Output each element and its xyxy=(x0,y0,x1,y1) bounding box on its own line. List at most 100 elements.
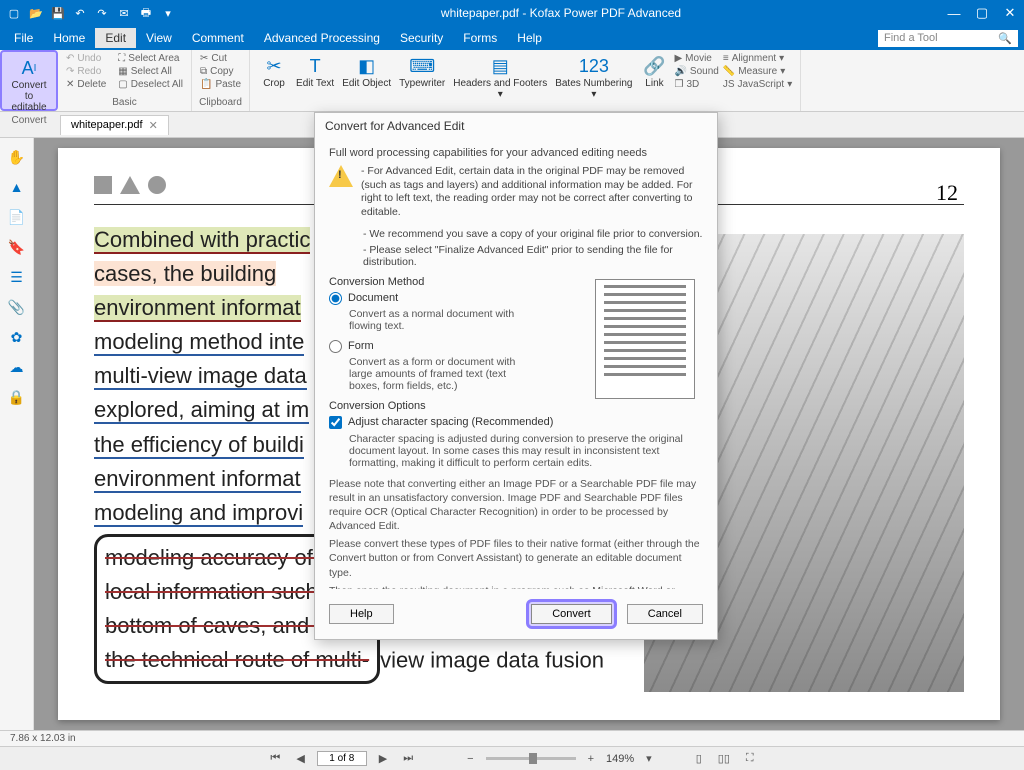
menu-security[interactable]: Security xyxy=(390,28,453,48)
minimize-button[interactable]: — xyxy=(940,0,968,26)
convert-icon: AI xyxy=(15,56,43,80)
checkbox-adjust-spacing-input[interactable] xyxy=(329,416,342,429)
bottom-bar: ⏮ ◀ ▶ ⏭ − + 149% ▾ ▯ ▯▯ ⛶ xyxy=(0,746,1024,770)
zoom-slider[interactable] xyxy=(486,757,576,760)
window-controls: — ▢ ✕ xyxy=(940,0,1024,26)
close-tab-icon[interactable]: ✕ xyxy=(149,119,158,132)
edit-text-icon: T xyxy=(301,54,329,78)
search-icon: 🔍 xyxy=(998,32,1012,45)
bookmark-panel-icon[interactable]: 🔖 xyxy=(6,236,28,258)
status-dimensions: 7.86 x 12.03 in xyxy=(10,733,76,744)
menu-edit[interactable]: Edit xyxy=(95,28,136,48)
crop-icon: ✂ xyxy=(260,54,288,78)
body-line: multi-view image data xyxy=(94,363,307,390)
ribbon-group-basic: ↶ Undo ↷ Redo ✕ Delete ⛶ Select Area ▦ S… xyxy=(58,50,192,111)
paste-button[interactable]: 📋 Paste xyxy=(198,78,243,91)
print-icon[interactable]: 🖶 xyxy=(138,5,154,21)
dialog-body: Full word processing capabilities for yo… xyxy=(315,139,717,589)
open-icon[interactable]: 📂 xyxy=(28,5,44,21)
radio-form-input[interactable] xyxy=(329,340,342,353)
ribbon: AI Convert to editable Convert ↶ Undo ↷ … xyxy=(0,50,1024,112)
title-bar: ▢ 📂 💾 ↶ ↷ ✉ 🖶 ▾ whitepaper.pdf - Kofax P… xyxy=(0,0,1024,26)
movie-button[interactable]: ▶ Movie xyxy=(672,52,720,65)
window-title: whitepaper.pdf - Kofax Power PDF Advance… xyxy=(182,6,940,20)
menu-forms[interactable]: Forms xyxy=(453,28,507,48)
alignment-button[interactable]: ≡ Alignment ▾ xyxy=(721,52,794,65)
qat-dropdown-icon[interactable]: ▾ xyxy=(160,5,176,21)
body-line: environment informat xyxy=(94,295,301,322)
view-fit-icon[interactable]: ⛶ xyxy=(742,752,758,765)
menu-help[interactable]: Help xyxy=(507,28,552,48)
link-button[interactable]: 🔗Link xyxy=(636,52,672,91)
edit-text-button[interactable]: TEdit Text xyxy=(292,52,338,91)
crop-button[interactable]: ✂Crop xyxy=(256,52,292,91)
delete-button[interactable]: ✕ Delete xyxy=(64,78,108,91)
form-panel-icon[interactable]: ☰ xyxy=(6,266,28,288)
hand-tool-icon[interactable]: ✋ xyxy=(6,146,28,168)
menu-comment[interactable]: Comment xyxy=(182,28,254,48)
radio-document-input[interactable] xyxy=(329,292,342,305)
find-tool-input[interactable]: Find a Tool 🔍 xyxy=(878,30,1018,47)
undo-button[interactable]: ↶ Undo xyxy=(64,52,108,65)
cut-button[interactable]: ✂ Cut xyxy=(198,52,243,65)
view-single-page-icon[interactable]: ▯ xyxy=(692,752,706,765)
cancel-button[interactable]: Cancel xyxy=(627,604,703,624)
stamp-panel-icon[interactable]: ✿ xyxy=(6,326,28,348)
ribbon-group-convert: AI Convert to editable Convert xyxy=(0,50,58,111)
checkbox-adjust-spacing[interactable]: Adjust character spacing (Recommended) xyxy=(329,416,703,429)
menu-advanced-processing[interactable]: Advanced Processing xyxy=(254,28,390,48)
redo-icon[interactable]: ↷ xyxy=(94,5,110,21)
conversion-preview xyxy=(595,279,695,399)
copy-button[interactable]: ⧉ Copy xyxy=(198,65,243,78)
select-tool-icon[interactable]: ▲ xyxy=(6,176,28,198)
next-page-button[interactable]: ▶ xyxy=(375,752,391,765)
mail-icon[interactable]: ✉ xyxy=(116,5,132,21)
help-button[interactable]: Help xyxy=(329,604,394,624)
maximize-button[interactable]: ▢ xyxy=(968,0,996,26)
measure-button[interactable]: 📏 Measure ▾ xyxy=(721,65,794,78)
document-panel-icon[interactable]: 📄 xyxy=(6,206,28,228)
deselect-all-button[interactable]: ▢ Deselect All xyxy=(116,78,185,91)
body-line: environment informat xyxy=(94,466,301,493)
page-number: 12 xyxy=(936,180,958,206)
radio-document-desc: Convert as a normal document with flowin… xyxy=(349,308,529,332)
last-page-button[interactable]: ⏭ xyxy=(399,752,417,765)
javascript-button[interactable]: JS JavaScript ▾ xyxy=(721,78,794,91)
view-continuous-icon[interactable]: ▯▯ xyxy=(714,752,734,765)
link-icon: 🔗 xyxy=(640,54,668,78)
zoom-dropdown-icon[interactable]: ▾ xyxy=(642,752,656,765)
adjust-spacing-desc: Character spacing is adjusted during con… xyxy=(349,433,689,469)
select-area-button[interactable]: ⛶ Select Area xyxy=(116,52,185,65)
security-panel-icon[interactable]: 🔒 xyxy=(6,386,28,408)
document-tab[interactable]: whitepaper.pdf ✕ xyxy=(60,115,169,135)
dialog-buttons: Help Convert Cancel xyxy=(315,589,717,639)
undo-icon[interactable]: ↶ xyxy=(72,5,88,21)
save-icon[interactable]: 💾 xyxy=(50,5,66,21)
first-page-button[interactable]: ⏮ xyxy=(266,752,284,765)
zoom-in-button[interactable]: + xyxy=(584,753,598,765)
close-button[interactable]: ✕ xyxy=(996,0,1024,26)
sound-button[interactable]: 🔊 Sound xyxy=(672,65,720,78)
menu-home[interactable]: Home xyxy=(43,28,95,48)
menu-file[interactable]: File xyxy=(4,28,43,48)
ribbon-group-tools: ✂Crop TEdit Text ◧Edit Object ⌨Typewrite… xyxy=(250,50,801,111)
redo-button[interactable]: ↷ Redo xyxy=(64,65,108,78)
new-icon[interactable]: ▢ xyxy=(6,5,22,21)
circle-icon xyxy=(148,176,166,194)
warning-icon xyxy=(329,165,353,189)
menu-view[interactable]: View xyxy=(136,28,182,48)
page-indicator-input[interactable] xyxy=(317,751,367,766)
3d-button[interactable]: ❒ 3D xyxy=(672,78,720,91)
zoom-out-button[interactable]: − xyxy=(463,753,477,765)
convert-button[interactable]: Convert xyxy=(531,604,612,624)
dialog-note-1: Please note that converting either an Im… xyxy=(329,477,703,534)
headers-footers-button[interactable]: ▤Headers and Footers ▾ xyxy=(449,52,551,102)
prev-page-button[interactable]: ◀ xyxy=(292,752,308,765)
edit-object-button[interactable]: ◧Edit Object xyxy=(338,52,395,91)
attachment-panel-icon[interactable]: 📎 xyxy=(6,296,28,318)
select-all-button[interactable]: ▦ Select All xyxy=(116,65,185,78)
cloud-panel-icon[interactable]: ☁ xyxy=(6,356,28,378)
bates-numbering-button[interactable]: 123Bates Numbering ▾ xyxy=(551,52,636,102)
convert-to-editable-button[interactable]: AI Convert to editable xyxy=(8,54,50,115)
typewriter-button[interactable]: ⌨Typewriter xyxy=(395,52,449,91)
